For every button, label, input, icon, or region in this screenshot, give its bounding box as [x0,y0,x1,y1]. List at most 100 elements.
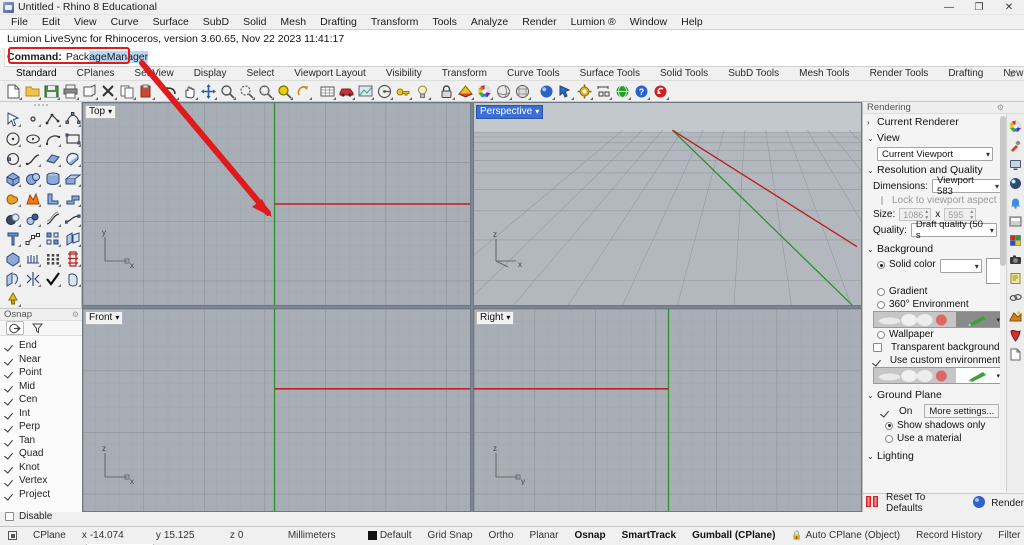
osnap-option-point[interactable]: Point [5,366,82,380]
osnap-option-project[interactable]: Project [5,488,82,502]
custom-environment-thumbnail-row[interactable]: ▾ [873,367,1003,384]
zoom-extents-icon[interactable] [256,82,274,100]
record-history[interactable]: Record History [908,530,990,541]
osnap-option-cen[interactable]: Cen [5,393,82,407]
chevron-down-icon[interactable]: ⌄ [867,166,874,175]
cplane-icon[interactable] [0,531,25,540]
undo-icon[interactable] [161,82,179,100]
render-preview-icon[interactable] [513,82,531,100]
boolean-union-icon[interactable] [3,189,22,208]
texture-palette-icon[interactable] [1009,233,1023,247]
layers-icon[interactable] [375,82,393,100]
toolbar-tab-cplanes[interactable]: CPlanes [67,67,125,81]
print-icon[interactable] [61,82,79,100]
point-icon[interactable] [23,109,42,128]
chevron-down-icon[interactable]: ▾ [535,106,539,118]
toggle-smarttrack[interactable]: SmartTrack [614,530,684,541]
menu-item-window[interactable]: Window [623,15,674,29]
command-input-plain[interactable]: Pack [66,51,89,63]
toolbar-tab-select[interactable]: Select [237,67,285,81]
viewport-front[interactable]: Front ▾ z x [82,308,471,512]
osnap-option-knot[interactable]: Knot [5,461,82,475]
toolbar-tab-visibility[interactable]: Visibility [376,67,432,81]
explode-icon[interactable] [23,189,42,208]
chevron-down-icon[interactable]: ▾ [971,262,979,271]
gear-settings-icon[interactable] [575,82,593,100]
toggle-osnap[interactable]: Osnap [566,530,613,541]
checkbox[interactable] [5,476,14,485]
osnap-option-quad[interactable]: Quad [5,447,82,461]
polyline-icon[interactable] [43,109,62,128]
copy-to-clipboard-icon[interactable] [80,82,98,100]
perspective-match-icon[interactable] [356,82,374,100]
maximize-button[interactable]: ❐ [964,0,994,15]
viewport-label-perspective[interactable]: Perspective ▾ [476,105,544,119]
spotlight-icon[interactable] [3,289,22,308]
toggle-grid-snap[interactable]: Grid Snap [420,530,481,541]
menu-item-file[interactable]: File [4,15,35,29]
osnap-disable-checkbox[interactable] [5,512,14,522]
toolbar-tab-render-tools[interactable]: Render Tools [860,67,939,81]
chevron-down-icon[interactable]: ⌄ [867,245,874,254]
chevron-down-icon[interactable]: ⌄ [867,134,874,143]
globe-green-icon[interactable] [613,82,631,100]
osnap-disable-row[interactable]: Disable [5,510,82,524]
color-wheel-icon[interactable] [1009,119,1023,133]
view-viewport-select[interactable]: Current Viewport ▾ [877,147,993,161]
toggle-ortho[interactable]: Ortho [481,530,522,541]
osnap-option-tan[interactable]: Tan [5,434,82,448]
spinner-down-icon[interactable]: ▼ [969,216,974,221]
pan-icon[interactable] [180,82,198,100]
osnap-option-vertex[interactable]: Vertex [5,474,82,488]
custom-environment-checkbox[interactable] [873,356,881,365]
menu-item-surface[interactable]: Surface [146,15,196,29]
untrim-icon[interactable] [63,229,82,248]
viewport-perspective[interactable]: Perspective ▾ z x [473,102,862,306]
bell-lights-icon[interactable] [1009,195,1023,209]
zoom-window-icon[interactable] [218,82,236,100]
lock-icon[interactable] [437,82,455,100]
chevron-down-icon[interactable]: ▾ [115,312,119,324]
size-height-input[interactable]: 595 ▲ ▼ [944,208,977,221]
menu-item-tools[interactable]: Tools [425,15,464,29]
layer-indicator[interactable]: Default [360,530,420,541]
toggle-planar[interactable]: Planar [522,530,567,541]
circle-icon[interactable] [3,129,22,148]
units-label[interactable]: Millimeters [280,530,360,541]
eyedropper-icon[interactable] [1009,138,1023,152]
menu-item-transform[interactable]: Transform [364,15,425,29]
extrude-solid-icon[interactable] [63,169,82,188]
chevron-down-icon[interactable]: ▾ [986,226,994,235]
checkbox[interactable] [5,341,14,350]
light-bulb-icon[interactable] [413,82,431,100]
reset-defaults-label[interactable]: Reset To Defaults [886,492,963,514]
gradient-radio[interactable] [877,287,885,296]
checkbox[interactable] [5,463,14,472]
linktype-icon[interactable] [1009,290,1023,304]
paste-icon[interactable] [137,82,155,100]
zoom-icon[interactable] [275,82,293,100]
delete-x-icon[interactable] [99,82,117,100]
env360-thumbnail-row[interactable]: ▾ [873,311,1003,328]
cplane-label[interactable]: CPlane [25,530,74,541]
checkbox[interactable] [5,490,14,499]
point-edit-icon[interactable] [23,229,42,248]
toolbar-tab-curve-tools[interactable]: Curve Tools [497,67,570,81]
circle-center-icon[interactable] [3,149,22,168]
save-icon[interactable] [42,82,60,100]
show-shadows-radio[interactable] [885,421,893,430]
osnap-option-near[interactable]: Near [5,353,82,367]
select-arrow-icon[interactable] [556,82,574,100]
command-input-selected[interactable]: ageManager [89,51,149,63]
viewport-label-top[interactable]: Top ▾ [85,105,117,119]
cap-icon[interactable] [63,269,82,288]
toolbar-tab-viewport-layout[interactable]: Viewport Layout [284,67,376,81]
curve-control-points-icon[interactable] [63,109,82,128]
new-file-icon[interactable] [4,82,22,100]
spinner-down-icon[interactable]: ▼ [924,216,929,221]
ground-plane-on-checkbox[interactable] [881,407,890,416]
menu-item-solid[interactable]: Solid [236,15,273,29]
viewport-right[interactable]: Right ▾ z y [473,308,862,512]
mesh-box-icon[interactable] [3,249,22,268]
surface-from-curves-icon[interactable] [43,149,62,168]
